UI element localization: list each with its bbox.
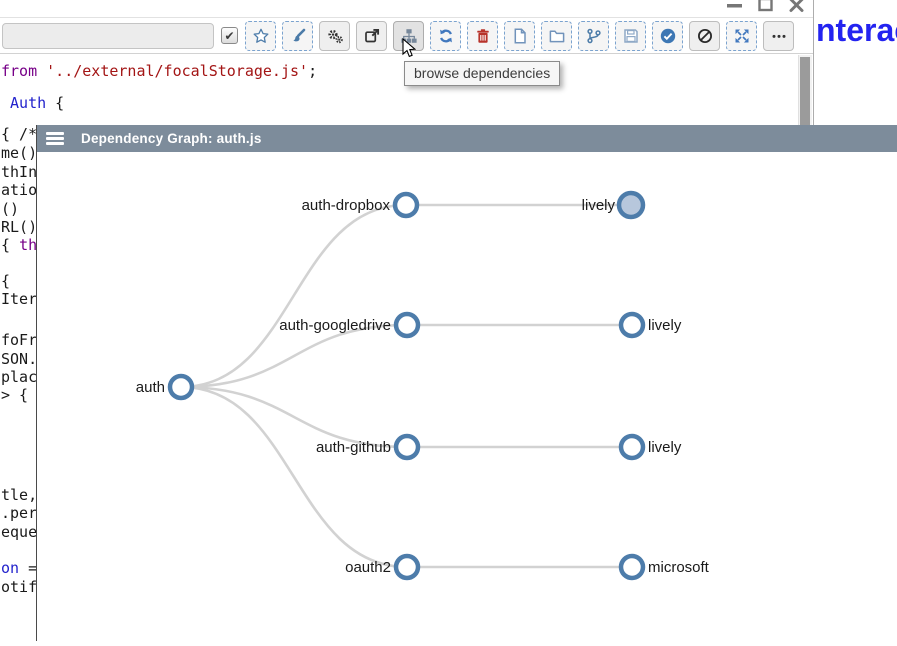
graph-label-lively-1: lively	[582, 197, 616, 214]
code-line: Iter	[1, 290, 37, 309]
panel-header[interactable]: Dependency Graph: auth.js	[37, 125, 897, 152]
minimize-icon	[727, 0, 742, 18]
background-page-heading: nteracti	[816, 12, 897, 49]
trash-icon	[475, 28, 491, 44]
code-line: eque	[1, 523, 37, 542]
file-icon	[512, 28, 528, 44]
code-line: SON.	[1, 350, 37, 369]
code-line: foFr	[1, 331, 37, 350]
graph-node-lively-3[interactable]	[621, 436, 643, 458]
graph-label-auth-dropbox: auth-dropbox	[302, 197, 391, 214]
toolbar-buttons	[245, 21, 794, 51]
code-line: tle,	[1, 486, 37, 505]
code-line: ()	[1, 200, 28, 219]
external-link-button[interactable]	[356, 21, 387, 51]
branch-button[interactable]	[578, 21, 609, 51]
refresh-button[interactable]	[430, 21, 461, 51]
toolbar-checkbox[interactable]: ✔	[221, 27, 238, 44]
git-branch-icon	[586, 28, 602, 44]
close-icon	[789, 0, 804, 18]
check-circle-icon	[660, 28, 676, 44]
graph-label-auth-github: auth-github	[316, 439, 391, 456]
graph-node-auth-dropbox[interactable]	[395, 194, 417, 216]
external-link-icon	[364, 28, 380, 44]
block-button[interactable]	[689, 21, 720, 51]
code-line: { th	[1, 236, 37, 255]
graph-node-auth-github[interactable]	[396, 436, 418, 458]
panel-title: Dependency Graph: auth.js	[81, 131, 262, 146]
code-line: thIn	[1, 163, 37, 182]
expand-icon	[734, 28, 750, 44]
folder-icon	[549, 28, 565, 44]
check-button[interactable]	[652, 21, 683, 51]
code-line: from '../external/focalStorage.js';	[1, 62, 317, 81]
ellipsis-icon	[771, 28, 787, 44]
brush-button[interactable]	[282, 21, 313, 51]
graph-edge	[181, 387, 407, 447]
graph-label-microsoft: microsoft	[648, 559, 710, 576]
window-titlebar	[0, 0, 813, 17]
code-line: plac	[1, 368, 37, 387]
minimize-button[interactable]	[726, 0, 743, 15]
mouse-cursor-icon	[402, 38, 416, 64]
code-line: > {	[1, 386, 28, 405]
folder-button[interactable]	[541, 21, 572, 51]
code-line: .per	[1, 504, 37, 523]
graph-node-oauth2[interactable]	[396, 556, 418, 578]
maximize-icon	[758, 0, 773, 18]
graph-edge	[181, 387, 407, 567]
brush-icon	[290, 28, 306, 44]
trash-button[interactable]	[467, 21, 498, 51]
code-line: { /*	[1, 125, 37, 144]
address-input[interactable]	[2, 23, 214, 49]
gears-button[interactable]	[319, 21, 350, 51]
dependency-graph-panel: Dependency Graph: auth.js auth auth-dropb…	[36, 125, 897, 641]
star-button[interactable]	[245, 21, 276, 51]
graph-node-lively-2[interactable]	[621, 314, 643, 336]
code-line: me()	[1, 144, 37, 163]
hamburger-menu-icon[interactable]	[46, 132, 64, 145]
graph-node-microsoft[interactable]	[621, 556, 643, 578]
code-line: on =	[1, 559, 37, 578]
code-line: Auth {	[1, 94, 64, 113]
graph-node-auth[interactable]	[170, 376, 192, 398]
graph-label-lively-2: lively	[648, 317, 682, 334]
graph-node-auth-googledrive[interactable]	[396, 314, 418, 336]
tooltip: browse dependencies	[404, 61, 560, 86]
code-line: {	[1, 272, 10, 291]
expand-button[interactable]	[726, 21, 757, 51]
file-button[interactable]	[504, 21, 535, 51]
maximize-button[interactable]	[757, 0, 774, 15]
graph-canvas: auth auth-dropbox lively auth-googledrive li…	[37, 152, 897, 641]
graph-edge	[181, 325, 407, 387]
graph-label-auth: auth	[136, 379, 165, 396]
graph-label-oauth2: oauth2	[345, 559, 391, 576]
star-icon	[253, 28, 269, 44]
code-line: otif	[1, 578, 37, 597]
graph-label-lively-3: lively	[648, 439, 682, 456]
graph-edge	[181, 205, 406, 387]
close-button[interactable]	[788, 0, 805, 15]
code-line: RL()	[1, 218, 37, 237]
ellipsis-button[interactable]	[763, 21, 794, 51]
dependency-graph-svg: auth auth-dropbox lively auth-googledrive li…	[37, 152, 897, 641]
save-icon	[623, 28, 639, 44]
graph-node-lively-1[interactable]	[619, 193, 643, 217]
block-icon	[697, 28, 713, 44]
window-controls	[726, 0, 805, 15]
gears-icon	[327, 28, 343, 44]
code-line: atio	[1, 181, 37, 200]
save-button[interactable]	[615, 21, 646, 51]
refresh-icon	[438, 28, 454, 44]
graph-label-auth-googledrive: auth-googledrive	[279, 317, 391, 334]
